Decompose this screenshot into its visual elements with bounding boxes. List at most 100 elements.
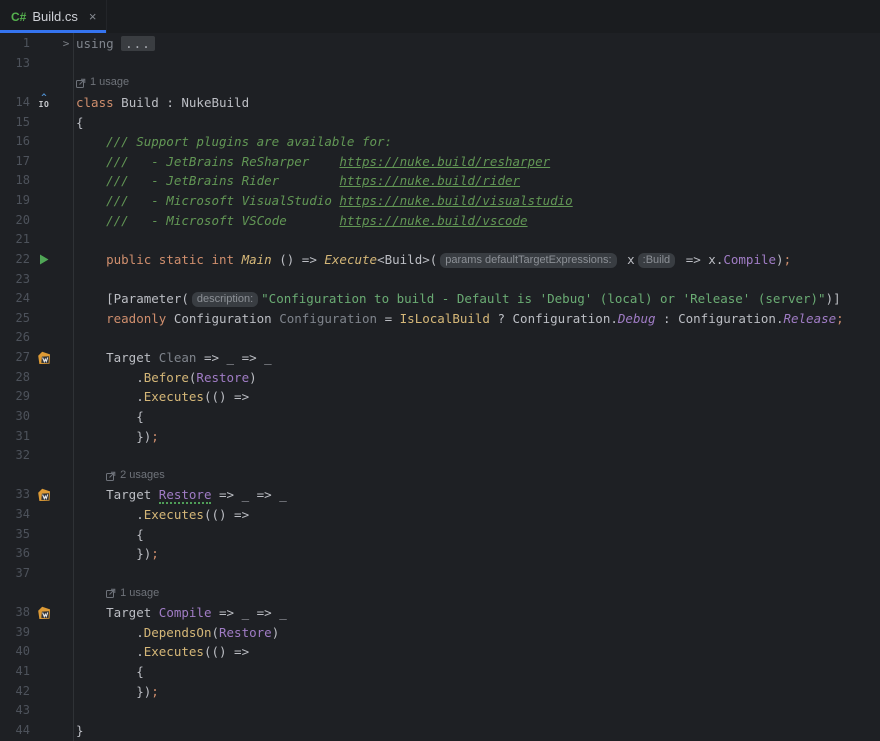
gutter: 38 — [0, 603, 76, 623]
line-number[interactable]: 26 — [0, 328, 30, 348]
line-number[interactable]: 23 — [0, 270, 30, 290]
line-number[interactable]: 18 — [0, 171, 30, 191]
line-number[interactable]: 25 — [0, 309, 30, 329]
code-line[interactable]: 17 /// - JetBrains ReSharper https://nuk… — [0, 152, 880, 172]
code-line[interactable]: 14^IOclass Build : NukeBuild — [0, 93, 880, 113]
line-number[interactable]: 35 — [0, 525, 30, 545]
code-line[interactable]: 15{ — [0, 113, 880, 133]
line-number[interactable]: 40 — [0, 642, 30, 662]
method-token: Executes — [144, 389, 204, 404]
line-number[interactable]: 27 — [0, 348, 30, 368]
code-line[interactable]: 41 { — [0, 662, 880, 682]
code-line[interactable]: 31 }); — [0, 427, 880, 447]
code-line[interactable]: 19 /// - Microsoft VisualStudio https://… — [0, 191, 880, 211]
inlay-hint[interactable]: :Build — [638, 253, 676, 268]
code-line[interactable]: 35 { — [0, 525, 880, 545]
url-link[interactable]: https://nuke.build/rider — [339, 173, 520, 188]
code-line[interactable]: 44} — [0, 721, 880, 741]
code-line[interactable]: 37 — [0, 564, 880, 584]
fold-slot — [58, 54, 74, 74]
code-line[interactable]: 20 /// - Microsoft VSCode https://nuke.b… — [0, 211, 880, 231]
code-line[interactable]: 13 — [0, 54, 880, 74]
code-line[interactable]: 33 Target Restore => _ => _ — [0, 485, 880, 505]
code-line[interactable]: 21 — [0, 230, 880, 250]
url-link[interactable]: https://nuke.build/vscode — [339, 213, 527, 228]
fold-slot — [58, 544, 74, 564]
line-number[interactable]: 38 — [0, 603, 30, 623]
gutter-icon-slot — [30, 505, 58, 525]
line-number[interactable]: 34 — [0, 505, 30, 525]
folded-code-placeholder[interactable]: ... — [121, 36, 155, 51]
line-number[interactable]: 28 — [0, 368, 30, 388]
line-number[interactable]: 13 — [0, 54, 30, 74]
line-number[interactable]: 33 — [0, 485, 30, 505]
code-line[interactable]: 36 }); — [0, 544, 880, 564]
nuke-gutter-icon[interactable] — [30, 485, 58, 505]
fold-toggle-icon[interactable]: > — [58, 34, 74, 54]
line-number[interactable]: 14 — [0, 93, 30, 113]
code-line[interactable]: 42 }); — [0, 682, 880, 702]
code-line[interactable]: 34 .Executes(() => — [0, 505, 880, 525]
usage-hint-line[interactable]: 1 usage — [0, 584, 880, 604]
line-number[interactable]: 15 — [0, 113, 30, 133]
code-line[interactable]: 23 — [0, 270, 880, 290]
line-number[interactable]: 42 — [0, 682, 30, 702]
code-line[interactable]: 40 .Executes(() => — [0, 642, 880, 662]
usage-hint[interactable]: 2 usages — [106, 466, 165, 486]
play-gutter-icon[interactable] — [30, 250, 58, 270]
line-number[interactable]: 30 — [0, 407, 30, 427]
code-line[interactable]: 18 /// - JetBrains Rider https://nuke.bu… — [0, 171, 880, 191]
gutter: 33 — [0, 485, 76, 505]
line-number[interactable]: 21 — [0, 230, 30, 250]
line-number[interactable]: 36 — [0, 544, 30, 564]
fold-slot — [58, 387, 74, 407]
line-number[interactable]: 24 — [0, 289, 30, 309]
gutter — [0, 73, 76, 93]
line-number[interactable]: 17 — [0, 152, 30, 172]
line-number[interactable]: 19 — [0, 191, 30, 211]
code-line[interactable]: 28 .Before(Restore) — [0, 368, 880, 388]
line-number[interactable]: 16 — [0, 132, 30, 152]
line-number[interactable]: 43 — [0, 701, 30, 721]
line-number[interactable]: 32 — [0, 446, 30, 466]
code-line[interactable]: 25 readonly Configuration Configuration … — [0, 309, 880, 329]
line-number[interactable]: 41 — [0, 662, 30, 682]
io-gutter-icon[interactable]: ^IO — [30, 93, 58, 113]
code-line[interactable]: 32 — [0, 446, 880, 466]
usage-hint[interactable]: 1 usage — [76, 73, 129, 93]
line-number[interactable]: 44 — [0, 721, 30, 741]
code-line[interactable]: 26 — [0, 328, 880, 348]
usage-hint-line[interactable]: 1 usage — [0, 73, 880, 93]
line-number[interactable]: 39 — [0, 623, 30, 643]
line-number[interactable]: 31 — [0, 427, 30, 447]
nuke-gutter-icon[interactable] — [30, 603, 58, 623]
url-link[interactable]: https://nuke.build/visualstudio — [339, 193, 572, 208]
usage-hint[interactable]: 1 usage — [106, 584, 159, 604]
code-line[interactable]: 30 { — [0, 407, 880, 427]
code-line[interactable]: 29 .Executes(() => — [0, 387, 880, 407]
code-line[interactable]: 24 [Parameter(description:"Configuration… — [0, 289, 880, 309]
line-number[interactable]: 37 — [0, 564, 30, 584]
enum-member-token: Debug — [618, 311, 656, 326]
tab-build-cs[interactable]: C# Build.cs × — [0, 0, 107, 33]
code-line[interactable]: 39 .DependsOn(Restore) — [0, 623, 880, 643]
line-number[interactable]: 22 — [0, 250, 30, 270]
code-line[interactable]: 1>using ... — [0, 34, 880, 54]
tab-close-icon[interactable]: × — [89, 9, 97, 24]
code-line[interactable]: 16 /// Support plugins are available for… — [0, 132, 880, 152]
line-number[interactable]: 29 — [0, 387, 30, 407]
line-number[interactable]: 1 — [0, 34, 30, 54]
usage-hint-line[interactable]: 2 usages — [0, 466, 880, 486]
code-line[interactable]: 38 Target Compile => _ => _ — [0, 603, 880, 623]
code-content: } — [76, 721, 880, 741]
code-line[interactable]: 22 public static int Main () => Execute<… — [0, 250, 880, 270]
code-line[interactable]: 27 Target Clean => _ => _ — [0, 348, 880, 368]
nuke-gutter-icon[interactable] — [30, 348, 58, 368]
url-link[interactable]: https://nuke.build/resharper — [339, 154, 550, 169]
code-editor[interactable]: 1>using ...131 usage14^IOclass Build : N… — [0, 33, 880, 741]
code-line[interactable]: 43 — [0, 701, 880, 721]
line-number[interactable]: 20 — [0, 211, 30, 231]
inlay-hint[interactable]: description: — [192, 292, 258, 307]
inlay-hint[interactable]: params defaultTargetExpressions: — [440, 253, 616, 268]
code-content — [76, 328, 880, 348]
